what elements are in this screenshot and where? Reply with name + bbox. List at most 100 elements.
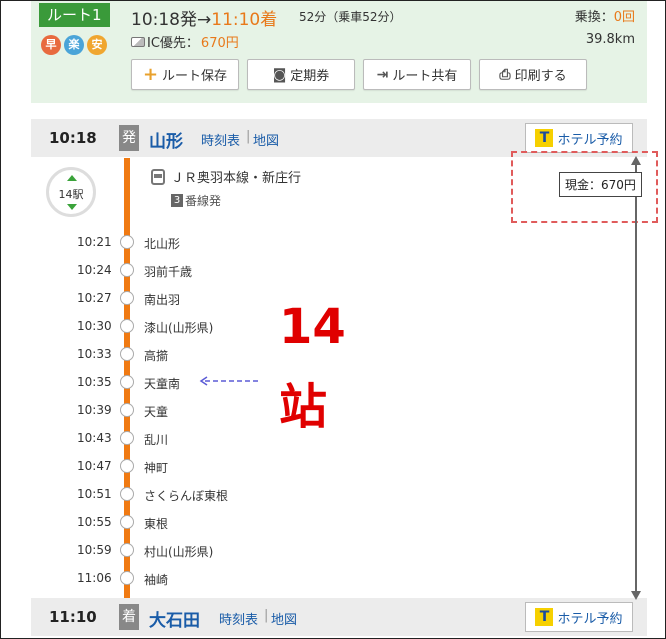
stop-name: 羽前千歳 (144, 265, 193, 279)
route-distance: 39.8km (585, 32, 635, 47)
span-indicator-line (635, 163, 637, 593)
stop-count-toggle[interactable]: 14駅 (46, 167, 96, 217)
save-route-label: ルート保存 (162, 69, 228, 84)
stop-time: 10:59 (77, 543, 112, 557)
stop-dot-icon (120, 515, 134, 529)
stop-item: 10:51 さくらんぼ東根 (1, 480, 401, 508)
cash-fare-label: 現金：670円 (559, 172, 642, 197)
stop-dot-icon (120, 459, 134, 473)
tpoint-icon: T (535, 608, 554, 626)
stop-item: 10:43 乱川 (1, 424, 401, 452)
printer-icon: ⎙ (499, 66, 511, 83)
stop-dot-icon (120, 235, 134, 249)
expand-arrow-icon (67, 204, 77, 210)
arrow-down-icon (631, 591, 641, 600)
stop-name: 東根 (144, 517, 169, 531)
collapse-arrow-icon (67, 175, 77, 181)
stop-item: 10:59 村山(山形県) (1, 536, 401, 564)
stop-time: 10:21 (77, 235, 112, 249)
arrival-station-row: 11:10 着 大石田 時刻表 | 地図 T ホテル予約 (31, 598, 647, 636)
stop-item: 10:21 北山形 (1, 228, 401, 256)
stop-name: さくらんぼ東根 (144, 489, 229, 503)
stop-dot-icon (120, 319, 134, 333)
arrival-station-name[interactable]: 大石田 (149, 606, 200, 631)
departure-time: 10:18 (49, 129, 97, 147)
ic-price: 670円 (200, 36, 239, 51)
train-info: ＪＲ奥羽本線・新庄行 (151, 167, 301, 186)
stop-item: 10:55 東根 (1, 508, 401, 536)
transfer-count: 0回 (613, 10, 635, 25)
stop-time: 10:27 (77, 291, 112, 305)
route-label[interactable]: ルート1 (39, 3, 110, 27)
stop-count-label: 14駅 (58, 188, 84, 201)
share-route-button[interactable]: ⇥ ルート共有 (363, 59, 471, 90)
route-result-panel: ルート1 10:18発→11:10着 52分（乗車52分） 乗換：0回 早 楽 … (0, 0, 666, 639)
print-label: 印刷する (514, 69, 567, 84)
ic-label: IC優先： (147, 36, 199, 51)
share-route-label: ルート共有 (392, 69, 458, 84)
stop-time: 10:51 (77, 487, 112, 501)
arrival-map-link[interactable]: 地図 (271, 609, 297, 628)
route-badges: 早 楽 安 (41, 35, 107, 55)
stop-name: 高擶 (144, 349, 169, 363)
stop-time: 11:06 (77, 571, 112, 585)
print-button[interactable]: ⎙ 印刷する (479, 59, 587, 90)
arrival-hotel-button[interactable]: T ホテル予約 (525, 602, 633, 632)
stop-item: 10:39 天童 (1, 396, 401, 424)
stop-item: 11:06 袖崎 (1, 564, 401, 592)
stop-dot-icon (120, 263, 134, 277)
stop-item: 10:24 羽前千歳 (1, 256, 401, 284)
stop-time: 10:39 (77, 403, 112, 417)
commuter-pass-label: 定期券 (290, 69, 330, 84)
fast-badge-icon: 早 (41, 35, 61, 55)
arrive-mark: 着 (119, 604, 139, 630)
save-route-button[interactable]: + ルート保存 (131, 59, 239, 90)
platform-label: 番線発 (185, 194, 222, 208)
stop-dot-icon (120, 543, 134, 557)
link-separator: | (264, 608, 269, 623)
platform-number: 3 (171, 194, 183, 207)
stop-time: 10:30 (77, 319, 112, 333)
arrival-timetable-link[interactable]: 時刻表 (219, 609, 258, 628)
stop-dot-icon (120, 431, 134, 445)
stop-dot-icon (120, 291, 134, 305)
route-times: 10:18発→11:10着 (131, 5, 277, 30)
hotel-label: ホテル予約 (557, 611, 623, 627)
plus-icon: + (142, 64, 159, 85)
stop-item: 10:47 神町 (1, 452, 401, 480)
share-icon: ⇥ (376, 66, 389, 83)
stop-time: 10:35 (77, 375, 112, 389)
transfer-info: 乗換：0回 (575, 6, 635, 25)
stop-dot-icon (120, 571, 134, 585)
stop-name: 漆山(山形県) (144, 321, 214, 335)
stop-dot-icon (120, 347, 134, 361)
platform-info: 3 番線発 (171, 192, 221, 209)
station-char-annotation: 站 (279, 379, 328, 435)
stop-name: 南出羽 (144, 293, 181, 307)
depart-time: 10:18発→ (131, 10, 212, 30)
route-duration: 52分（乗車52分） (299, 10, 402, 24)
stop-dot-icon (120, 403, 134, 417)
stop-name: 北山形 (144, 237, 181, 251)
link-separator: | (246, 129, 251, 144)
stop-name: 袖崎 (144, 573, 169, 587)
stop-dot-icon (120, 487, 134, 501)
departure-station-name[interactable]: 山形 (149, 127, 183, 152)
arrival-time: 11:10 (49, 608, 97, 626)
route-summary-header: ルート1 10:18発→11:10着 52分（乗車52分） 乗換：0回 早 楽 … (31, 1, 647, 103)
stop-name: 神町 (144, 461, 169, 475)
hotel-label: ホテル予約 (557, 132, 623, 148)
depart-mark: 発 (119, 125, 139, 151)
departure-map-link[interactable]: 地図 (253, 130, 279, 149)
commuter-pass-button[interactable]: ◙ 定期券 (247, 59, 355, 90)
stop-time: 10:24 (77, 263, 112, 277)
stop-name: 村山(山形県) (144, 545, 214, 559)
departure-hotel-button[interactable]: T ホテル予約 (525, 123, 633, 153)
train-name: ＪＲ奥羽本線・新庄行 (171, 171, 302, 186)
pass-icon: ◙ (272, 66, 287, 83)
cheap-badge-icon: 安 (87, 35, 107, 55)
stop-dot-icon (120, 375, 134, 389)
arrow-up-icon (631, 156, 641, 165)
departure-timetable-link[interactable]: 時刻表 (201, 130, 240, 149)
left-arrow-icon (199, 376, 261, 386)
